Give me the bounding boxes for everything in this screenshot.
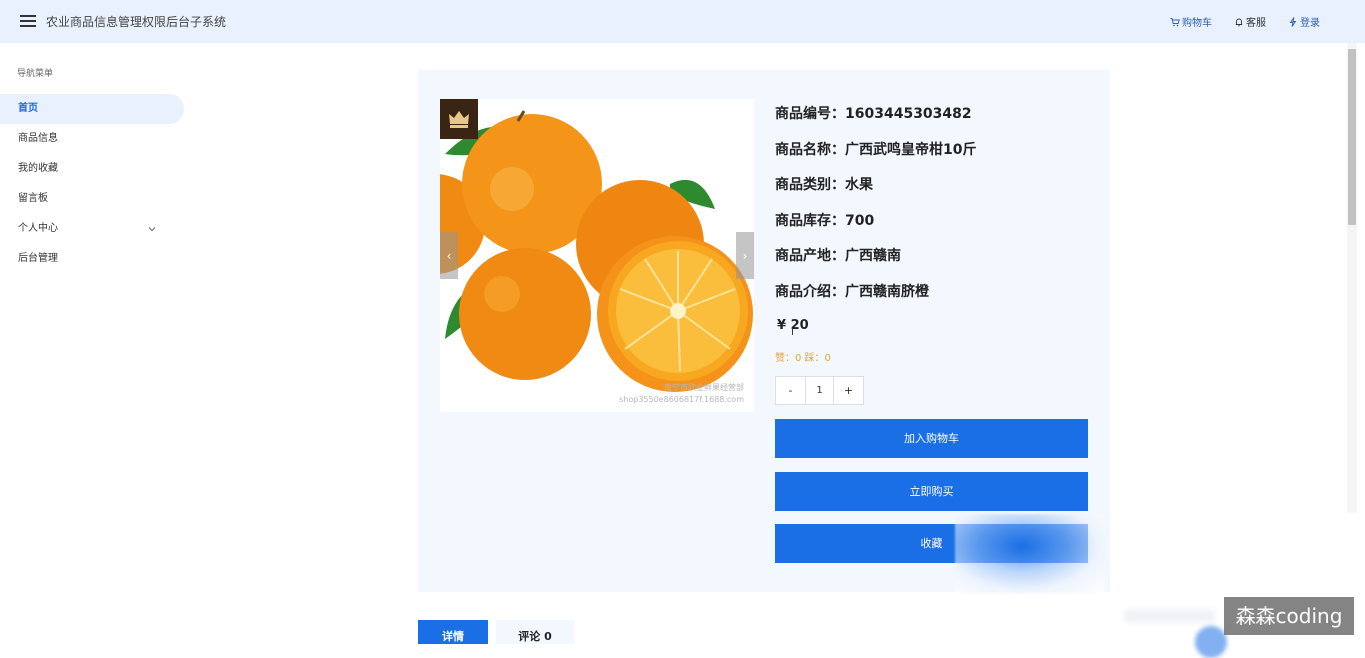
top-bar: 农业商品信息管理权限后台子系统 购物车 客服 登录 [0,0,1365,43]
text-cursor-icon: I [791,327,794,338]
page-scrollbar[interactable] [1347,43,1357,513]
sidebar-item-home[interactable]: 首页 [0,94,184,124]
sidebar-item-label: 个人中心 [18,223,58,234]
buy-now-button[interactable]: 立即购买 [775,472,1088,511]
likes-counter: 赞：0 踩：0 [775,353,831,364]
sidebar-item-label: 首页 [18,103,38,114]
sidebar-item-messages[interactable]: 留言板 [0,184,184,214]
decrement-button[interactable]: - [776,377,805,404]
sidebar-title: 导航菜单 [17,69,54,79]
sidebar-item-label: 留言板 [18,193,48,204]
carousel-next-button[interactable]: › [736,232,754,279]
sidebar-item-favorites[interactable]: 我的收藏 [0,154,184,184]
cart-label: 购物车 [1182,18,1212,29]
cart-link[interactable]: 购物车 [1170,14,1212,29]
product-origin: 商品产地：广西赣南 [775,248,901,265]
lightning-icon [1289,16,1297,27]
video-watermark: 森森coding [1224,597,1354,635]
faded-element [1125,610,1215,622]
floating-action-button[interactable] [1195,626,1227,658]
cart-icon [1170,17,1180,26]
chevron-down-icon [148,227,156,232]
product-image-carousel[interactable]: ‹ › 南宁市欣业鲜果经营部 shop3550e8606817f.1688.co… [440,99,754,412]
blurred-overlay [955,514,1105,594]
tab-comments[interactable]: 评论 0 [496,620,574,644]
bell-icon [1235,18,1243,26]
product-info: 商品编号：1603445303482 商品名称：广西武鸣皇帝柑10斤 商品类别：… [775,103,976,317]
image-watermark: 南宁市欣业鲜果经营部 shop3550e8606817f.1688.com [619,383,744,404]
sidebar-item-admin[interactable]: 后台管理 [0,244,184,274]
quantity-input[interactable]: 1 [805,377,834,404]
app-title: 农业商品信息管理权限后台子系统 [46,15,227,29]
increment-button[interactable]: + [834,377,863,404]
quantity-stepper[interactable]: - 1 + [775,376,864,405]
crown-logo-icon [440,99,478,139]
top-actions: 购物车 客服 登录 [1170,14,1320,29]
product-stock: 商品库存：700 [775,212,875,229]
sidebar-item-label: 我的收藏 [18,163,58,174]
chevron-left-icon: ‹ [446,248,452,263]
orange-product-image [440,99,754,412]
sidebar-item-label: 后台管理 [18,253,58,264]
sidebar-item-products[interactable]: 商品信息 [0,124,184,154]
sidebar-item-label: 商品信息 [18,133,58,144]
service-label: 客服 [1246,18,1266,29]
product-name: 商品名称：广西武鸣皇帝柑10斤 [775,141,977,158]
product-id: 商品编号：1603445303482 [775,106,972,122]
scrollbar-thumb[interactable] [1348,49,1356,225]
tab-details[interactable]: 详情 [418,620,488,644]
carousel-prev-button[interactable]: ‹ [440,232,458,279]
sidebar-item-personal-center[interactable]: 个人中心 [0,214,184,244]
chevron-right-icon: › [742,248,748,263]
login-link[interactable]: 登录 [1288,14,1320,29]
add-to-cart-button[interactable]: 加入购物车 [775,419,1088,458]
hamburger-menu-icon[interactable] [20,15,36,28]
login-label: 登录 [1300,18,1320,29]
product-description: 商品介绍：广西赣南脐橙 [775,283,929,300]
service-link[interactable]: 客服 [1234,14,1266,29]
product-category: 商品类别：水果 [775,177,873,194]
